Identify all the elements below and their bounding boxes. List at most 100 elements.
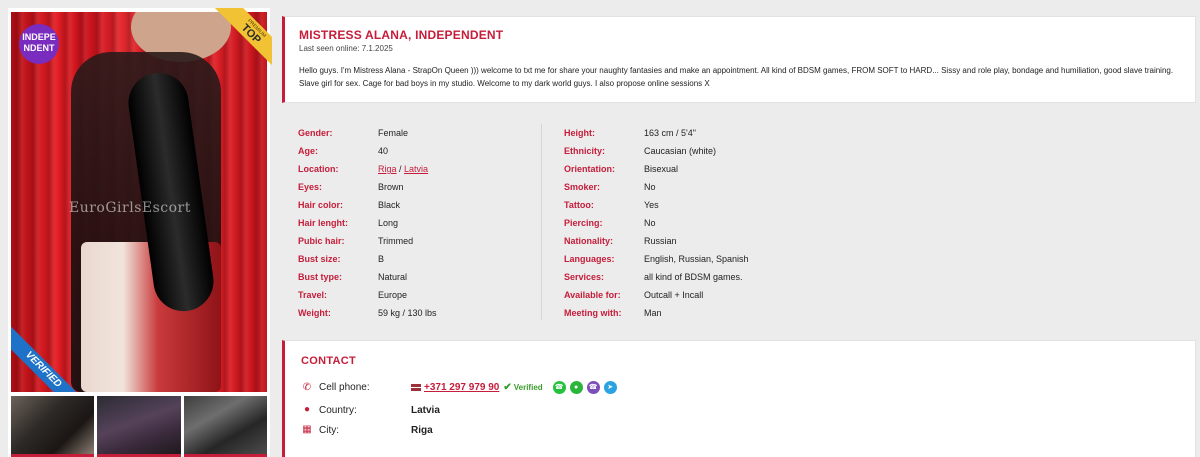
detail-value: Black — [378, 200, 401, 210]
location-country-link[interactable]: Latvia — [404, 164, 428, 174]
country-label: Country: — [319, 404, 357, 416]
detail-key: Tattoo: — [564, 200, 594, 210]
wechat-icon[interactable]: ● — [569, 381, 583, 394]
detail-services: Services: all kind of BDSM games. — [564, 268, 824, 286]
detail-value: Russian — [644, 236, 677, 246]
detail-key: Eyes: — [298, 182, 323, 192]
detail-eyes: Eyes: Brown — [298, 178, 538, 196]
detail-location: Location: Riga / Latvia — [298, 160, 538, 178]
phone-label: Cell phone: — [319, 382, 370, 393]
details-left-column: Gender: Female Age: 40 Location: Riga / Lat… — [298, 124, 538, 322]
viber-icon[interactable]: ☎ — [586, 381, 600, 394]
detail-value: Yes — [644, 200, 659, 210]
detail-value: Outcall + Incall — [644, 290, 704, 300]
phone-number-link[interactable]: +371 297 979 90 — [424, 382, 499, 393]
detail-key: Gender: — [298, 128, 333, 138]
profile-description: Hello guys. I'm Mistress Alana - StrapOn… — [299, 66, 1174, 88]
detail-travel: Travel: Europe — [298, 286, 538, 304]
contact-card: CONTACT ✆ Cell phone: +371 297 979 90 ✔ … — [282, 340, 1196, 457]
detail-value: all kind of BDSM games. — [644, 272, 743, 282]
details-right-column: Height: 163 cm / 5'4" Ethnicity: Caucasian… — [564, 124, 824, 322]
independent-badge: INDEPE NDENT — [19, 24, 59, 64]
city-value: Riga — [411, 424, 433, 436]
detail-ethnicity: Ethnicity: Caucasian (white) — [564, 142, 824, 160]
detail-hair-color: Hair color: Black — [298, 196, 538, 214]
detail-key: Services: — [564, 272, 605, 282]
thumbnail-3[interactable] — [183, 396, 267, 457]
telegram-icon[interactable]: ➤ — [603, 381, 617, 394]
detail-pubic-hair: Pubic hair: Trimmed — [298, 232, 538, 250]
detail-key: Meeting with: — [564, 308, 622, 318]
detail-key: Ethnicity: — [564, 146, 606, 156]
latvia-flag-icon — [411, 384, 421, 391]
detail-key: Pubic hair: — [298, 236, 345, 246]
detail-value: Bisexual — [644, 164, 679, 174]
location-separator: / — [396, 164, 405, 174]
detail-gender: Gender: Female — [298, 124, 538, 142]
detail-value: Natural — [378, 272, 408, 282]
globe-icon: ● — [303, 404, 311, 415]
detail-key: Orientation: — [564, 164, 615, 174]
detail-value: Europe — [378, 290, 408, 300]
detail-value: Caucasian (white) — [644, 146, 717, 156]
detail-weight: Weight: 59 kg / 130 lbs — [298, 304, 538, 322]
phone-verified-label: Verified — [513, 383, 543, 392]
detail-value: Brown — [378, 182, 404, 192]
details-divider — [541, 124, 542, 320]
detail-value: No — [644, 218, 656, 228]
detail-key: Hair lenght: — [298, 218, 349, 228]
detail-key: Height: — [564, 128, 595, 138]
profile-intro-card: MISTRESS ALANA, INDEPENDENT Last seen on… — [282, 16, 1196, 103]
detail-piercing: Piercing: No — [564, 214, 824, 232]
detail-height: Height: 163 cm / 5'4" — [564, 124, 824, 142]
contact-title: CONTACT — [301, 355, 357, 367]
verified-ribbon: VERIFIED — [11, 322, 81, 392]
verified-label: VERIFIED — [11, 322, 81, 392]
detail-key: Nationality: — [564, 236, 614, 246]
checkmark-icon: ✔ — [503, 382, 512, 393]
last-seen: Last seen online: 7.1.2025 — [299, 44, 393, 53]
detail-key: Age: — [298, 146, 318, 156]
whatsapp-icon[interactable]: ☎ — [552, 381, 566, 394]
premium-top-ribbon: PREMIUM TOP — [214, 8, 272, 66]
detail-value: Long — [378, 218, 399, 228]
location-city-link[interactable]: Riga — [378, 164, 397, 174]
detail-age: Age: 40 — [298, 142, 538, 160]
thumbnail-strip — [11, 396, 267, 457]
contact-phone-row: ✆ Cell phone: +371 297 979 90 ✔ Verified… — [301, 381, 617, 394]
detail-value: B — [378, 254, 385, 264]
detail-value: Riga / Latvia — [378, 164, 428, 174]
detail-value: 40 — [378, 146, 389, 156]
photo-watermark: EuroGirlsEscort — [69, 200, 191, 216]
contact-country-row: ● Country: Latvia — [301, 404, 440, 416]
detail-value: Man — [644, 308, 662, 318]
detail-value: Female — [378, 128, 409, 138]
detail-key: Weight: — [298, 308, 331, 318]
detail-key: Smoker: — [564, 182, 601, 192]
detail-smoker: Smoker: No — [564, 178, 824, 196]
phone-icon: ✆ — [302, 381, 312, 393]
detail-hair-length: Hair lenght: Long — [298, 214, 538, 232]
photo-gallery: EuroGirlsEscort INDEPE NDENT PREMIUM TOP… — [8, 8, 272, 457]
detail-value: No — [644, 182, 656, 192]
detail-nationality: Nationality: Russian — [564, 232, 824, 250]
detail-meeting-with: Meeting with: Man — [564, 304, 824, 322]
country-value: Latvia — [411, 404, 440, 416]
detail-key: Hair color: — [298, 200, 344, 210]
thumbnail-2[interactable] — [97, 396, 181, 457]
contact-city-row: ▦ City: Riga — [301, 424, 433, 436]
detail-key: Available for: — [564, 290, 621, 300]
detail-key: Piercing: — [564, 218, 603, 228]
detail-key: Bust type: — [298, 272, 343, 282]
city-buildings-icon: ▦ — [302, 424, 312, 435]
detail-tattoo: Tattoo: Yes — [564, 196, 824, 214]
detail-value: English, Russian, Spanish — [644, 254, 749, 264]
detail-value: 59 kg / 130 lbs — [378, 308, 437, 318]
detail-value: Trimmed — [378, 236, 414, 246]
detail-key: Location: — [298, 164, 339, 174]
thumbnail-1[interactable] — [11, 396, 95, 457]
detail-key: Bust size: — [298, 254, 341, 264]
detail-key: Languages: — [564, 254, 615, 264]
city-label: City: — [319, 424, 339, 436]
detail-orientation: Orientation: Bisexual — [564, 160, 824, 178]
